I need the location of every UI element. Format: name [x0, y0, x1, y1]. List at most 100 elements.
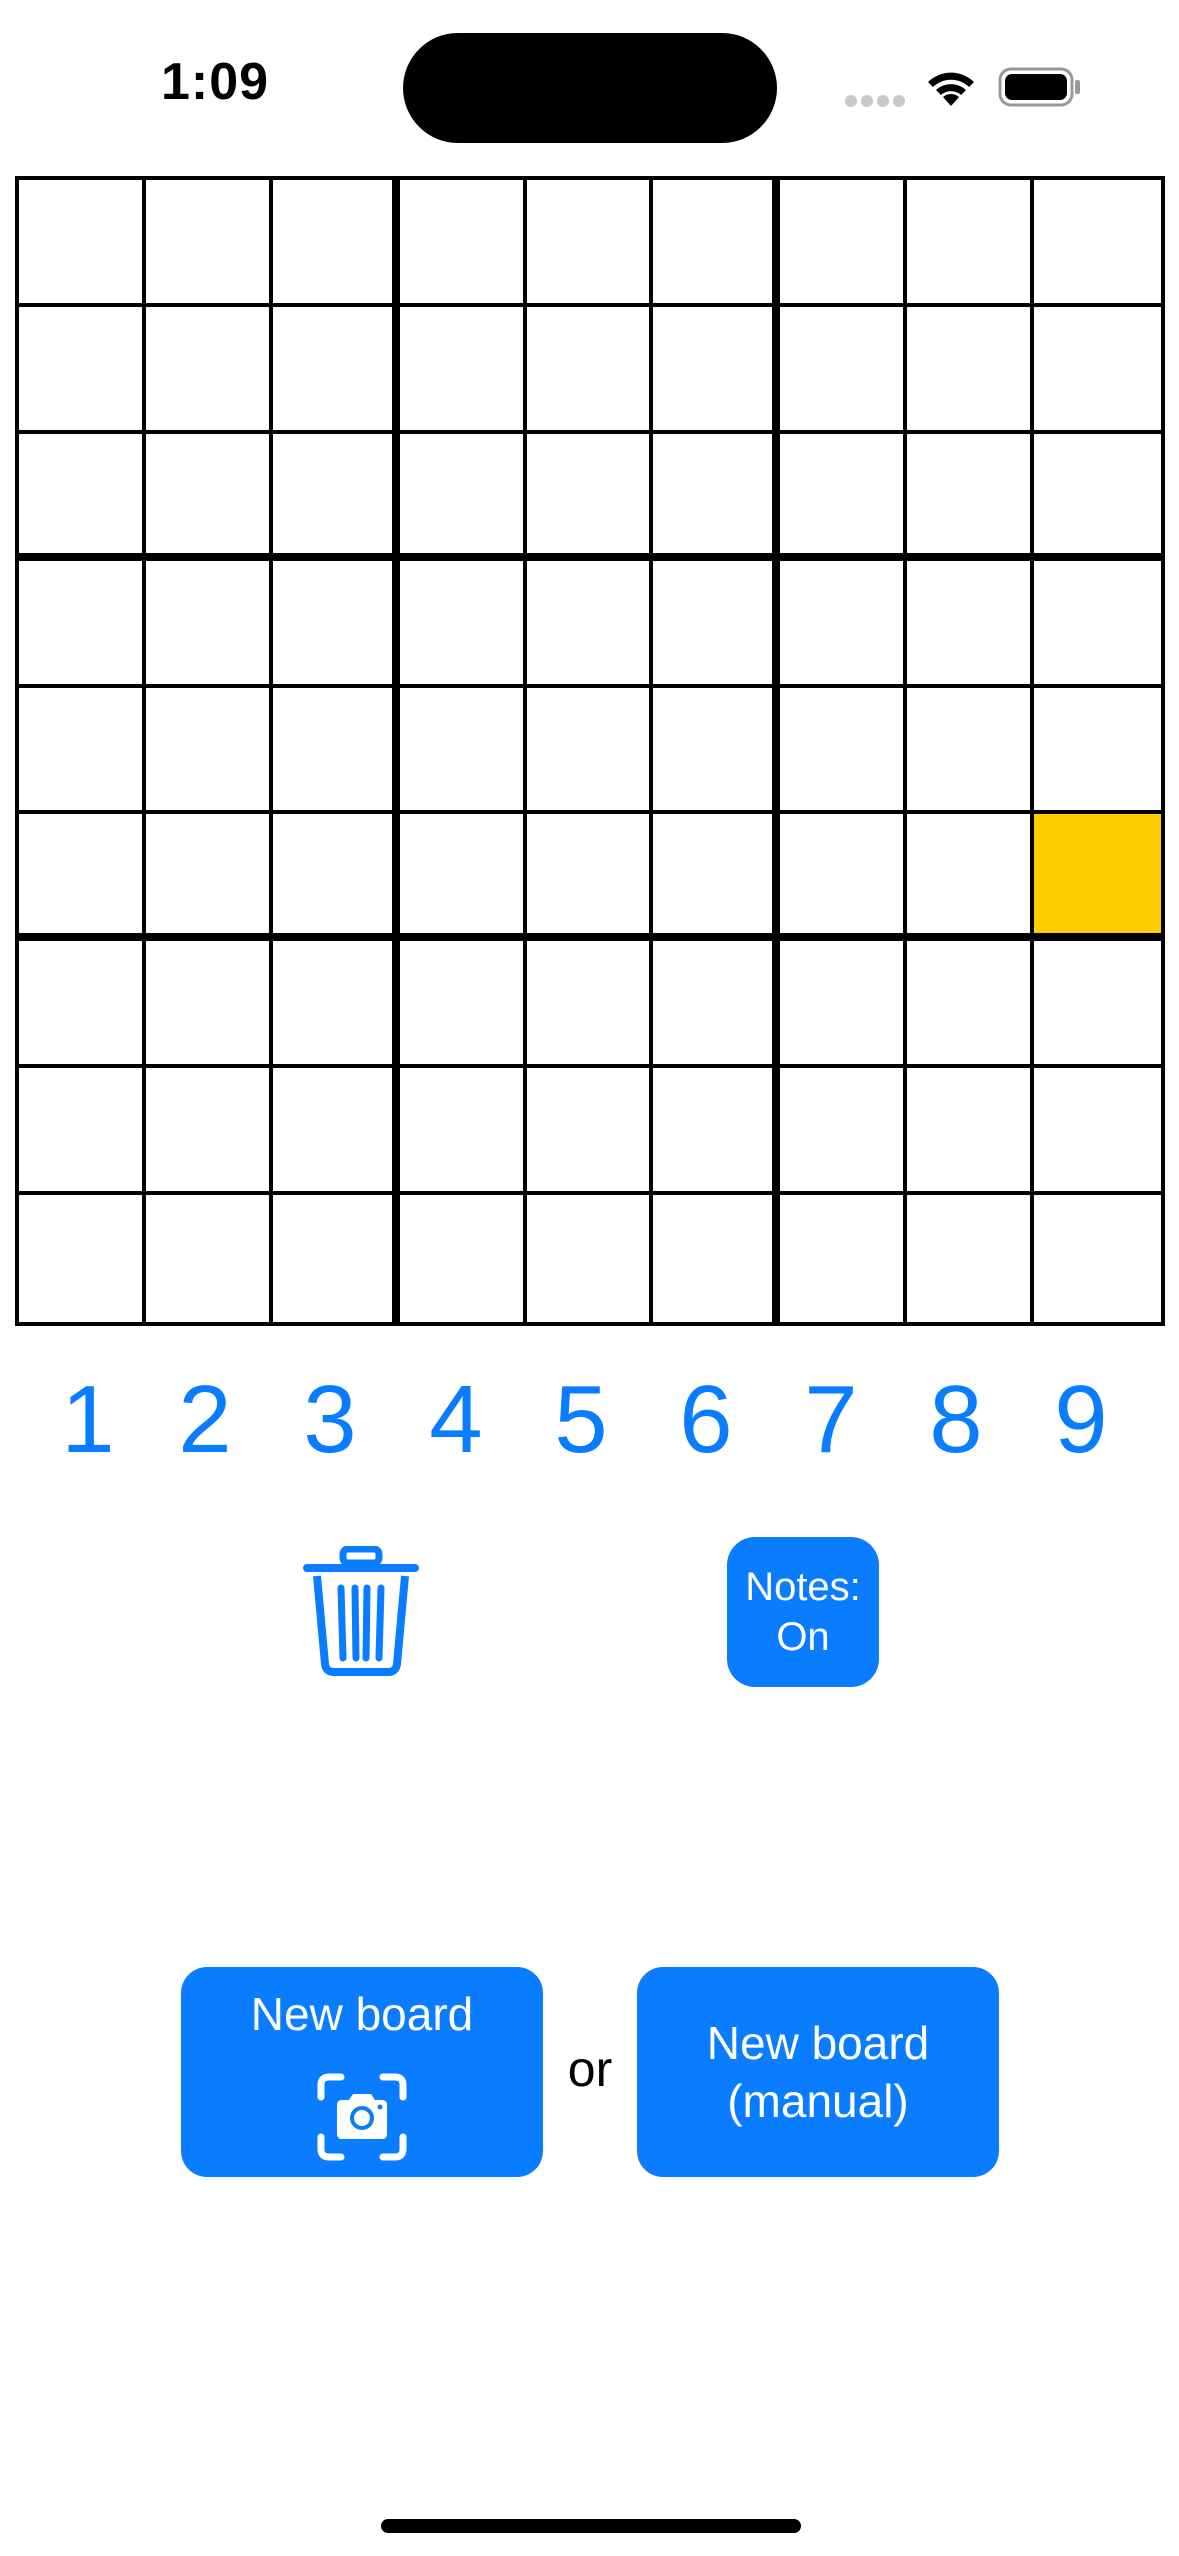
new-board-camera-button[interactable]: New board: [181, 1967, 543, 2177]
sudoku-cell[interactable]: [1034, 180, 1161, 307]
sudoku-cell[interactable]: [780, 941, 908, 1069]
sudoku-cell[interactable]: [907, 560, 1035, 688]
sudoku-cell[interactable]: [653, 306, 781, 434]
sudoku-cell[interactable]: [907, 941, 1035, 1069]
sudoku-cell[interactable]: [272, 941, 400, 1069]
sudoku-cell[interactable]: [653, 1195, 781, 1322]
sudoku-cell[interactable]: [907, 180, 1035, 307]
sudoku-cell[interactable]: [272, 306, 400, 434]
sudoku-cell[interactable]: [19, 433, 146, 561]
sudoku-cell[interactable]: [653, 687, 781, 815]
sudoku-cell[interactable]: [653, 560, 781, 688]
sudoku-cell[interactable]: [399, 433, 527, 561]
sudoku-cell[interactable]: [272, 687, 400, 815]
sudoku-cell[interactable]: [653, 941, 781, 1069]
sudoku-cell[interactable]: [653, 180, 781, 307]
number-key-9[interactable]: 9: [1026, 1365, 1136, 1475]
sudoku-cell[interactable]: [19, 1195, 146, 1322]
sudoku-cell[interactable]: [907, 433, 1035, 561]
sudoku-cell[interactable]: [19, 1068, 146, 1196]
sudoku-cell[interactable]: [653, 433, 781, 561]
sudoku-cell[interactable]: [1034, 1068, 1161, 1196]
sudoku-cell[interactable]: [526, 1068, 654, 1196]
sudoku-cell[interactable]: [653, 814, 781, 942]
sudoku-cell[interactable]: [19, 814, 146, 942]
new-board-camera-label: New board: [250, 1988, 474, 2040]
notes-state: On: [776, 1615, 830, 1659]
sudoku-cell[interactable]: [526, 941, 654, 1069]
cellular-signal-icon: [845, 95, 905, 107]
sudoku-cell[interactable]: [272, 180, 400, 307]
sudoku-cell[interactable]: [780, 180, 908, 307]
sudoku-cell[interactable]: [399, 1195, 527, 1322]
sudoku-cell[interactable]: [907, 1068, 1035, 1196]
sudoku-cell[interactable]: [399, 306, 527, 434]
sudoku-board: [15, 176, 1165, 1326]
number-key-4[interactable]: 4: [401, 1365, 511, 1475]
sudoku-cell[interactable]: [19, 560, 146, 688]
number-key-7[interactable]: 7: [776, 1365, 886, 1475]
sudoku-cell[interactable]: [145, 433, 273, 561]
sudoku-cell[interactable]: [145, 941, 273, 1069]
sudoku-cell[interactable]: [145, 1195, 273, 1322]
sudoku-cell[interactable]: [1034, 306, 1161, 434]
new-board-manual-button[interactable]: New board (manual): [637, 1967, 999, 2177]
sudoku-cell[interactable]: [780, 560, 908, 688]
sudoku-cell[interactable]: [526, 687, 654, 815]
number-key-1[interactable]: 1: [33, 1365, 143, 1475]
sudoku-cell[interactable]: [272, 1195, 400, 1322]
app-screen: 1:09 123456789 Notes: On New board or Ne…: [0, 0, 1179, 2556]
sudoku-cell[interactable]: [1034, 1195, 1161, 1322]
delete-button[interactable]: [303, 1545, 419, 1676]
sudoku-cell[interactable]: [526, 814, 654, 942]
sudoku-cell[interactable]: [272, 814, 400, 942]
sudoku-cell[interactable]: [145, 180, 273, 307]
sudoku-cell[interactable]: [399, 941, 527, 1069]
sudoku-cell[interactable]: [145, 814, 273, 942]
sudoku-cell[interactable]: [1034, 941, 1161, 1069]
sudoku-cell[interactable]: [272, 1068, 400, 1196]
sudoku-cell[interactable]: [780, 814, 908, 942]
sudoku-cell[interactable]: [19, 180, 146, 307]
sudoku-cell[interactable]: [653, 1068, 781, 1196]
sudoku-cell[interactable]: [145, 306, 273, 434]
sudoku-cell[interactable]: [526, 306, 654, 434]
sudoku-cell[interactable]: [272, 560, 400, 688]
sudoku-cell[interactable]: [145, 560, 273, 688]
sudoku-cell[interactable]: [1034, 560, 1161, 688]
sudoku-cell[interactable]: [907, 814, 1035, 942]
sudoku-cell[interactable]: [907, 306, 1035, 434]
sudoku-cell[interactable]: [780, 306, 908, 434]
sudoku-cell[interactable]: [272, 433, 400, 561]
sudoku-cell[interactable]: [399, 687, 527, 815]
number-key-2[interactable]: 2: [150, 1365, 260, 1475]
sudoku-cell[interactable]: [780, 433, 908, 561]
notes-toggle-button[interactable]: Notes: On: [727, 1537, 879, 1687]
sudoku-cell[interactable]: [399, 560, 527, 688]
sudoku-cell[interactable]: [526, 180, 654, 307]
sudoku-cell[interactable]: [19, 687, 146, 815]
sudoku-cell[interactable]: [1034, 433, 1161, 561]
sudoku-cell[interactable]: [526, 433, 654, 561]
sudoku-cell[interactable]: [526, 560, 654, 688]
sudoku-cell[interactable]: [780, 687, 908, 815]
number-key-3[interactable]: 3: [275, 1365, 385, 1475]
sudoku-cell[interactable]: [145, 1068, 273, 1196]
number-key-6[interactable]: 6: [651, 1365, 761, 1475]
sudoku-cell[interactable]: [526, 1195, 654, 1322]
sudoku-cell[interactable]: [19, 941, 146, 1069]
sudoku-cell-selected[interactable]: [1034, 814, 1161, 942]
sudoku-cell[interactable]: [1034, 687, 1161, 815]
sudoku-cell[interactable]: [19, 306, 146, 434]
sudoku-cell[interactable]: [399, 180, 527, 307]
sudoku-cell[interactable]: [780, 1195, 908, 1322]
sudoku-cell[interactable]: [780, 1068, 908, 1196]
sudoku-cell[interactable]: [907, 687, 1035, 815]
sudoku-cell[interactable]: [399, 1068, 527, 1196]
number-key-5[interactable]: 5: [526, 1365, 636, 1475]
wifi-icon: [928, 72, 974, 106]
sudoku-cell[interactable]: [907, 1195, 1035, 1322]
number-key-8[interactable]: 8: [901, 1365, 1011, 1475]
sudoku-cell[interactable]: [145, 687, 273, 815]
sudoku-cell[interactable]: [399, 814, 527, 942]
